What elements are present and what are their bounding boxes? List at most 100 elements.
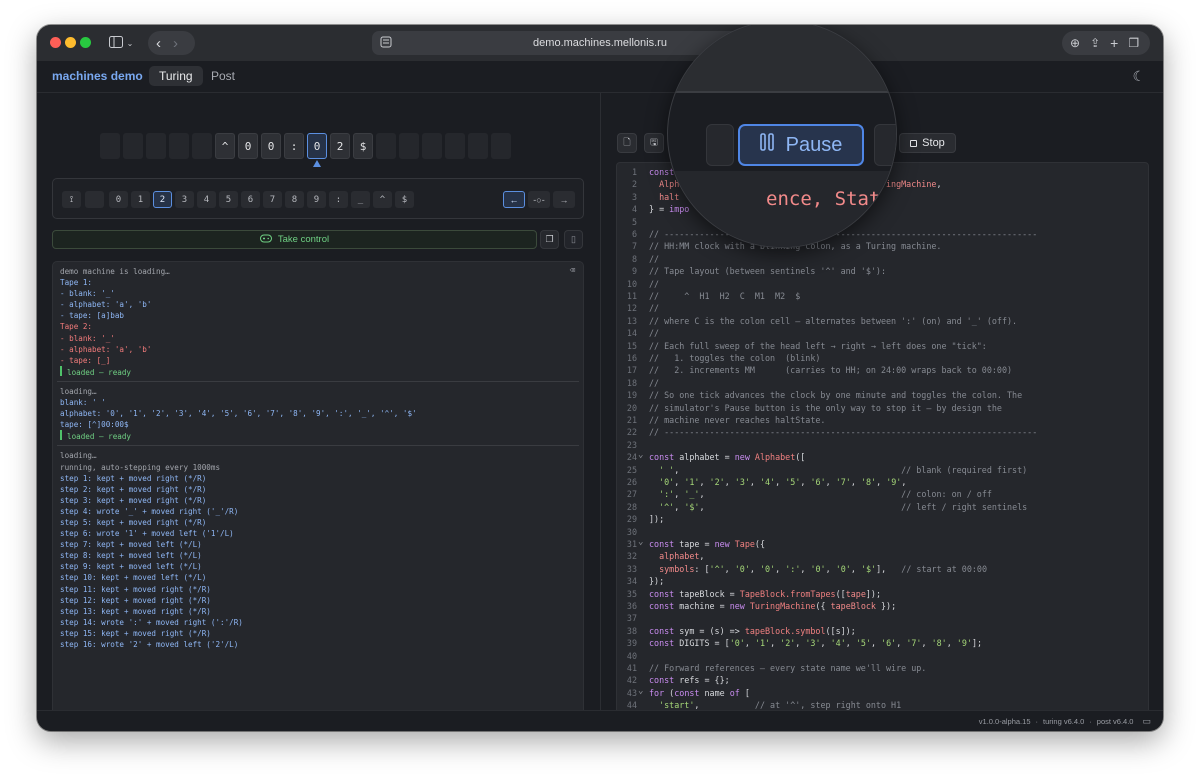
browser-actions: ⊕ ⇪ + ❐ (1062, 31, 1150, 55)
copy-icon[interactable]: ❐ (540, 230, 559, 249)
symbol-button[interactable]: 9 (307, 191, 326, 208)
code-text: alphabet, (649, 551, 705, 562)
code-line: 38 const sym = (s) => tapeBlock.symbol([s… (617, 625, 1148, 637)
tape-cell[interactable] (445, 133, 465, 159)
zoom-window-button[interactable] (80, 37, 91, 48)
line-number: 30 (626, 526, 637, 537)
symbol-button[interactable]: 7 (263, 191, 282, 208)
new-tab-icon[interactable]: + (1110, 35, 1118, 51)
code-line: 43 ⌄ for (const name of [ (617, 685, 1148, 699)
tape-cell-head[interactable]: 0 (307, 133, 327, 159)
fold-chevron-icon[interactable]: ⌄ (638, 449, 643, 461)
tape-cell[interactable]: 0 (238, 133, 258, 159)
line-number: 40 (626, 650, 637, 661)
code-text: // where C is the colon cell — alternate… (649, 315, 1018, 326)
symbol-button[interactable]: $ (395, 191, 414, 208)
take-control-label: Take control (277, 234, 330, 245)
tab-post[interactable]: Post (201, 66, 245, 86)
page-settings-icon[interactable] (380, 36, 392, 51)
pin-icon[interactable]: ⟟ (62, 191, 81, 208)
code-text: // (649, 278, 660, 289)
theme-toggle-icon[interactable]: ☾ (1132, 68, 1145, 85)
tape-cell[interactable] (146, 133, 166, 159)
line-number: 42 (626, 675, 637, 686)
download-icon[interactable]: ⊕ (1070, 36, 1080, 50)
tape-cell[interactable]: ^ (215, 133, 235, 159)
log-text: loaded — ready (67, 367, 132, 377)
move-right-button[interactable]: → (553, 191, 575, 208)
log-text: loading… (60, 451, 97, 461)
magnified-divider (668, 92, 896, 93)
minimize-window-button[interactable] (65, 37, 76, 48)
fold-chevron-icon[interactable]: ⌄ (638, 685, 643, 697)
line-number: 10 (626, 278, 637, 289)
symbol-button[interactable]: 8 (285, 191, 304, 208)
tape-cell[interactable] (491, 133, 511, 159)
fold-chevron-icon[interactable]: ⌄ (638, 536, 643, 548)
symbol-button[interactable]: ^ (373, 191, 392, 208)
log-text: step 15: kept + moved right (*/R) (60, 628, 211, 638)
pause-button[interactable]: Pause (738, 124, 864, 166)
symbol-button[interactable]: 1 (131, 191, 150, 208)
log-line: step 13: kept + moved right (*/R) (60, 606, 576, 617)
log-line: - blank: '_' (60, 288, 576, 299)
code-text: const tapeBlock = TapeBlock.fromTapes([t… (649, 588, 881, 599)
brand-title[interactable]: machines demo (52, 69, 143, 83)
tape-cell[interactable] (169, 133, 189, 159)
save-icon[interactable]: 🖫 (644, 133, 664, 153)
code-text: // Forward references — every state name… (649, 663, 927, 673)
log-line: step 8: kept + moved left (*/L) (60, 550, 576, 561)
share-icon[interactable]: ⇪ (1090, 36, 1100, 50)
tape-cell[interactable]: $ (353, 133, 373, 159)
new-file-icon[interactable]: 🗋 (617, 133, 637, 153)
browser-titlebar: ⌄ ‹ › demo.machines.mellonis.ru ⊕ ⇪ + ❐ (37, 25, 1163, 61)
symbol-button[interactable]: 4 (197, 191, 216, 208)
symbol-button[interactable]: 3 (175, 191, 194, 208)
forward-icon[interactable]: › (173, 35, 178, 52)
log-line: Tape 1: (60, 277, 576, 288)
stay-button[interactable]: -○- (528, 191, 550, 208)
clear-log-icon[interactable]: ⌫ (570, 266, 575, 277)
sidebar-toggle-button[interactable]: ⌄ (103, 32, 139, 54)
trash-icon[interactable]: ▯ (564, 230, 583, 249)
line-number: 18 (626, 377, 637, 388)
tab-overview-icon[interactable]: ❐ (1128, 36, 1139, 50)
tape-cell[interactable]: : (284, 133, 304, 159)
code-text: const DIGITS = ['0', '1', '2', '3', '4',… (649, 638, 983, 649)
code-text: symbols: ['^', '0', '0', ':', '0', '0', … (649, 563, 988, 574)
log-text: - alphabet: 'a', 'b' (60, 300, 152, 310)
feedback-icon[interactable]: ▭ (1142, 716, 1151, 727)
tape-cell[interactable]: 2 (330, 133, 350, 159)
log-line: step 12: kept + moved right (*/R) (60, 595, 576, 606)
tape-cell[interactable] (468, 133, 488, 159)
tape-cell[interactable] (399, 133, 419, 159)
symbol-button[interactable]: 5 (219, 191, 238, 208)
symbol-button[interactable]: 6 (241, 191, 260, 208)
code-line: 12 // (617, 302, 1148, 314)
code-text: // (649, 253, 660, 264)
tape-cell[interactable] (192, 133, 212, 159)
tape-cell[interactable] (100, 133, 120, 159)
back-icon[interactable]: ‹ (156, 35, 161, 52)
move-left-button[interactable]: ← (503, 191, 525, 208)
tape-cell[interactable] (123, 133, 143, 159)
code-line: 16 // 1. toggles the colon (blink) (617, 352, 1148, 364)
log-text: step 10: kept + moved left (*/L) (60, 573, 207, 583)
symbol-button[interactable] (85, 191, 104, 208)
take-control-button[interactable]: Take control (52, 230, 537, 249)
log-line: step 5: kept + moved right (*/R) (60, 517, 576, 528)
symbol-button[interactable]: 0 (109, 191, 128, 208)
close-window-button[interactable] (50, 37, 61, 48)
code-text: for (const name of [ (649, 687, 750, 698)
arrow-right-icon: → (559, 194, 569, 205)
tape-cell[interactable] (422, 133, 442, 159)
code-line: 30 (617, 526, 1148, 538)
symbol-button[interactable]: : (329, 191, 348, 208)
log-block-run: loading… running, auto-stepping every 100… (60, 450, 576, 650)
stop-button[interactable]: Stop (899, 133, 956, 153)
symbol-button[interactable]: _ (351, 191, 370, 208)
tab-turing[interactable]: Turing (149, 66, 203, 86)
symbol-button[interactable]: 2 (153, 191, 172, 208)
tape-cell[interactable] (376, 133, 396, 159)
tape-cell[interactable]: 0 (261, 133, 281, 159)
